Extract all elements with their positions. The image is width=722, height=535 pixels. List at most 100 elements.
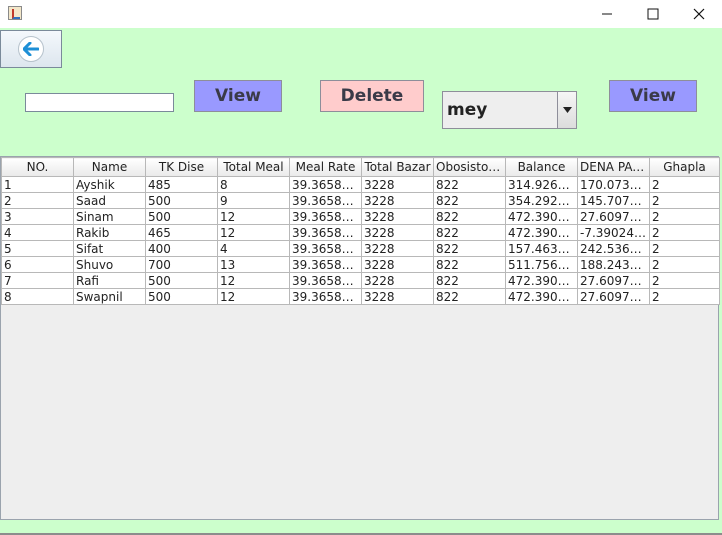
- table-cell[interactable]: Swapnil: [73, 288, 146, 305]
- table-cell[interactable]: 822: [433, 224, 506, 241]
- column-header[interactable]: Ghapla: [649, 157, 720, 177]
- table-cell[interactable]: 4: [1, 224, 74, 241]
- column-header[interactable]: DENA PAO...: [577, 157, 650, 177]
- table-cell[interactable]: 5: [1, 240, 74, 257]
- table-cell[interactable]: 9: [217, 192, 290, 209]
- table-cell[interactable]: 157.46341...: [505, 240, 578, 257]
- column-header[interactable]: Meal Rate: [289, 157, 362, 177]
- column-header[interactable]: Total Meal: [217, 157, 290, 177]
- table-row[interactable]: 7 Rafi 500 12 39.365853... 3228 822 472.…: [1, 272, 720, 289]
- table-cell[interactable]: 500: [145, 288, 218, 305]
- minimize-button[interactable]: [584, 0, 630, 28]
- search-input[interactable]: [25, 93, 174, 112]
- table-cell[interactable]: 822: [433, 240, 506, 257]
- table-cell[interactable]: 3: [1, 208, 74, 225]
- table-cell[interactable]: 2: [1, 192, 74, 209]
- table-cell[interactable]: 465: [145, 224, 218, 241]
- table-cell[interactable]: 472.39024...: [505, 288, 578, 305]
- table-row[interactable]: 2 Saad 500 9 39.365853... 3228 822 354.2…: [1, 192, 720, 209]
- table-cell[interactable]: 13: [217, 256, 290, 273]
- table-row[interactable]: 5 Sifat 400 4 39.365853... 3228 822 157.…: [1, 240, 720, 257]
- table-cell[interactable]: Rafi: [73, 272, 146, 289]
- table-row[interactable]: 3 Sinam 500 12 39.365853... 3228 822 472…: [1, 208, 720, 225]
- close-button[interactable]: [676, 0, 722, 28]
- table-cell[interactable]: 3228: [361, 224, 434, 241]
- combo-dropdown-button[interactable]: [557, 92, 576, 128]
- table-cell[interactable]: 12: [217, 272, 290, 289]
- table-cell[interactable]: Shuvo: [73, 256, 146, 273]
- column-header[interactable]: TK Dise: [145, 157, 218, 177]
- table-cell[interactable]: 2: [649, 256, 720, 273]
- table-cell[interactable]: 12: [217, 224, 290, 241]
- table-cell[interactable]: 2: [649, 240, 720, 257]
- table-cell[interactable]: 12: [217, 208, 290, 225]
- column-header[interactable]: NO.: [1, 157, 74, 177]
- back-button[interactable]: [0, 30, 62, 68]
- table-cell[interactable]: 354.29268...: [505, 192, 578, 209]
- table-cell[interactable]: 27.609756...: [577, 288, 650, 305]
- table-cell[interactable]: 2: [649, 288, 720, 305]
- column-header[interactable]: Balance: [505, 157, 578, 177]
- table-cell[interactable]: 500: [145, 192, 218, 209]
- table-cell[interactable]: 39.365853...: [289, 256, 362, 273]
- table-cell[interactable]: 2: [649, 192, 720, 209]
- table-cell[interactable]: 500: [145, 272, 218, 289]
- column-header[interactable]: Total Bazar: [361, 157, 434, 177]
- table-cell[interactable]: 27.609756...: [577, 272, 650, 289]
- view-button[interactable]: View: [194, 80, 282, 112]
- table-cell[interactable]: 188.24390...: [577, 256, 650, 273]
- table-cell[interactable]: 3228: [361, 288, 434, 305]
- table-cell[interactable]: 39.365853...: [289, 272, 362, 289]
- table-cell[interactable]: -7.390243...: [577, 224, 650, 241]
- table-cell[interactable]: 822: [433, 288, 506, 305]
- table-row[interactable]: 6 Shuvo 700 13 39.365853... 3228 822 511…: [1, 256, 720, 273]
- table-cell[interactable]: 27.609756...: [577, 208, 650, 225]
- table-row[interactable]: 1 Ayshik 485 8 39.365853... 3228 822 314…: [1, 176, 720, 193]
- table-cell[interactable]: 39.365853...: [289, 208, 362, 225]
- table-cell[interactable]: 822: [433, 272, 506, 289]
- table-cell[interactable]: Rakib: [73, 224, 146, 241]
- table-cell[interactable]: 2: [649, 224, 720, 241]
- table-cell[interactable]: 500: [145, 208, 218, 225]
- table-cell[interactable]: Sifat: [73, 240, 146, 257]
- table-cell[interactable]: 170.07317...: [577, 176, 650, 193]
- delete-button[interactable]: Delete: [320, 80, 424, 112]
- table-cell[interactable]: 485: [145, 176, 218, 193]
- table-cell[interactable]: 242.53658...: [577, 240, 650, 257]
- table-cell[interactable]: 39.365853...: [289, 288, 362, 305]
- table-cell[interactable]: 3228: [361, 208, 434, 225]
- table-cell[interactable]: 472.39024...: [505, 272, 578, 289]
- table-row[interactable]: 4 Rakib 465 12 39.365853... 3228 822 472…: [1, 224, 720, 241]
- table-cell[interactable]: 822: [433, 208, 506, 225]
- table-cell[interactable]: 472.39024...: [505, 208, 578, 225]
- column-header[interactable]: Name: [73, 157, 146, 177]
- table-cell[interactable]: 8: [1, 288, 74, 305]
- table-cell[interactable]: Saad: [73, 192, 146, 209]
- table-cell[interactable]: 3228: [361, 240, 434, 257]
- column-header[interactable]: Obosisto TK: [433, 157, 506, 177]
- table-cell[interactable]: Sinam: [73, 208, 146, 225]
- table-cell[interactable]: 12: [217, 288, 290, 305]
- view-all-button[interactable]: View: [609, 80, 697, 112]
- meal-table-scroll[interactable]: NO. Name TK Dise Total Meal Meal Rate To…: [0, 156, 720, 520]
- maximize-button[interactable]: [630, 0, 676, 28]
- table-cell[interactable]: 4: [217, 240, 290, 257]
- table-cell[interactable]: 2: [649, 208, 720, 225]
- table-cell[interactable]: 2: [649, 272, 720, 289]
- table-cell[interactable]: 3228: [361, 272, 434, 289]
- table-cell[interactable]: 822: [433, 256, 506, 273]
- table-cell[interactable]: 39.365853...: [289, 176, 362, 193]
- table-cell[interactable]: 6: [1, 256, 74, 273]
- table-cell[interactable]: 2: [649, 176, 720, 193]
- table-cell[interactable]: 3228: [361, 176, 434, 193]
- table-cell[interactable]: 1: [1, 176, 74, 193]
- table-cell[interactable]: 472.39024...: [505, 224, 578, 241]
- table-cell[interactable]: 700: [145, 256, 218, 273]
- table-cell[interactable]: 145.70731...: [577, 192, 650, 209]
- table-cell[interactable]: 511.75609...: [505, 256, 578, 273]
- table-cell[interactable]: Ayshik: [73, 176, 146, 193]
- table-cell[interactable]: 400: [145, 240, 218, 257]
- name-combo-box[interactable]: mey: [442, 91, 577, 129]
- table-row[interactable]: 8 Swapnil 500 12 39.365853... 3228 822 4…: [1, 288, 720, 305]
- table-cell[interactable]: 3228: [361, 192, 434, 209]
